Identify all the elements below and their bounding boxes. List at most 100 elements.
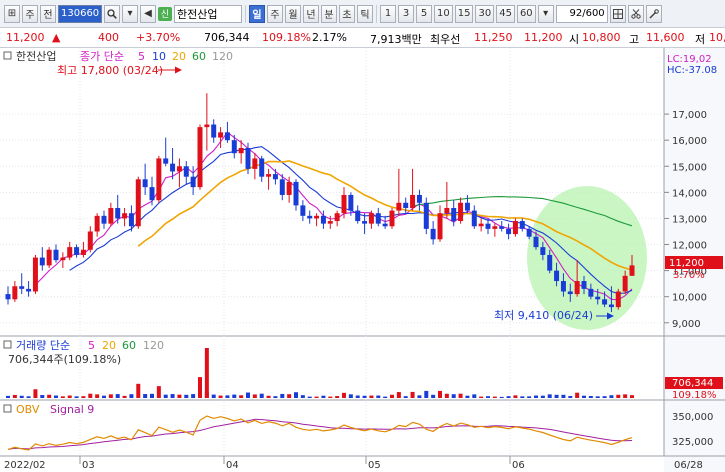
period-second[interactable]: 초	[339, 4, 355, 23]
stock-type-button[interactable]: 주	[22, 4, 38, 23]
candle-body	[464, 202, 470, 211]
quote-bar: 11,200 ▲ 400 +3.70% 706,344 109.18% 2.17…	[0, 28, 725, 48]
volume-bar	[321, 395, 326, 398]
ma-legend-5: 5	[138, 50, 145, 63]
candle-body	[149, 187, 155, 201]
candle-body	[615, 291, 621, 308]
tool-icon[interactable]	[645, 4, 662, 23]
candle-body	[485, 223, 491, 229]
ma-legend-120: 120	[212, 50, 233, 63]
candle-body	[218, 132, 224, 138]
volume-bar	[547, 394, 552, 398]
chevron-down-icon[interactable]: ▾	[122, 4, 138, 23]
candle-body	[53, 249, 59, 261]
candle-body	[423, 202, 429, 229]
candle-body	[382, 223, 388, 227]
ma-legend-20: 20	[172, 50, 186, 63]
candle-body	[94, 215, 100, 232]
grid-icon[interactable]	[609, 4, 626, 23]
interval-60[interactable]: 60	[516, 4, 536, 23]
volume-bar	[40, 395, 45, 398]
best-ask-label: 최우선	[430, 33, 461, 46]
candle-body	[135, 179, 141, 227]
period-minute[interactable]: 분	[321, 4, 337, 23]
candle-body	[156, 158, 162, 201]
last-price-pct: 3.70%	[673, 270, 705, 281]
candle-body	[396, 202, 402, 211]
chart-area[interactable]: 17,000 16,000 15,000 14,000 13,000 12,000 11,0…	[0, 48, 725, 472]
volume-bar	[630, 395, 634, 398]
candle-body	[622, 275, 628, 292]
price-axis-label: 12,000	[672, 241, 707, 252]
candle-body	[5, 294, 11, 300]
candle-body	[334, 213, 340, 222]
volume-bar	[115, 394, 120, 398]
volume-bar	[143, 394, 148, 398]
interval-10[interactable]: 10	[434, 4, 453, 23]
candle-body	[540, 247, 546, 255]
volume-bar	[26, 396, 31, 398]
interval-5[interactable]: 5	[416, 4, 432, 23]
price-axis-label: 13,000	[672, 214, 707, 225]
volume-bar	[348, 394, 353, 398]
candle-body	[444, 208, 450, 214]
period-day[interactable]: 일	[249, 4, 265, 23]
period-week[interactable]: 주	[267, 4, 283, 23]
candle-body	[629, 265, 635, 276]
candle-body	[224, 132, 230, 141]
code-input[interactable]: 130660	[58, 4, 102, 23]
volume-bar	[451, 394, 456, 398]
volume-bar	[444, 393, 449, 398]
stock-name-field[interactable]: 한전산업	[174, 4, 242, 23]
volume-bar	[328, 396, 333, 398]
volume-bar	[108, 394, 113, 398]
candle-body	[87, 231, 93, 250]
candle-body	[204, 124, 210, 128]
search-icon[interactable]	[104, 4, 120, 23]
volume-bar	[246, 392, 250, 398]
candle-body	[60, 257, 66, 261]
panel-title-ma: 종가 단순	[80, 50, 124, 63]
low-price: 10,800	[709, 31, 725, 44]
interval-1[interactable]: 1	[380, 4, 396, 23]
divider	[245, 4, 246, 23]
candle-body	[588, 288, 594, 297]
interval-30[interactable]: 30	[475, 4, 495, 23]
volume-bar	[582, 395, 586, 398]
candle-body	[512, 221, 518, 235]
interval-45[interactable]: 45	[496, 4, 515, 23]
period-year[interactable]: 년	[303, 4, 319, 23]
volume-bar	[239, 395, 244, 398]
data-count-field[interactable]: 92/600	[555, 4, 608, 23]
panel-title-stock: 한전산업	[16, 50, 56, 63]
interval-15[interactable]: 15	[454, 4, 474, 23]
volume-bar	[595, 396, 600, 398]
period-tick[interactable]: 틱	[357, 4, 373, 23]
interval-3[interactable]: 3	[398, 4, 414, 23]
candle-body	[128, 213, 134, 227]
candle-body	[519, 221, 525, 229]
volume-title: 거래량 단순	[16, 339, 70, 352]
chart-menu-icon[interactable]: ⊞	[4, 4, 20, 23]
volume-bar	[424, 390, 429, 398]
volume-bar	[410, 391, 415, 398]
trade-amount: 7,913백만	[370, 33, 422, 46]
volume-bar	[561, 394, 566, 398]
volume-bar	[294, 392, 298, 398]
candle-body	[183, 166, 189, 177]
scissors-icon[interactable]	[627, 4, 644, 23]
volume-bar	[623, 394, 628, 398]
candle-body	[19, 286, 25, 289]
candle-body	[567, 291, 573, 295]
volume-bar	[259, 393, 264, 398]
volume-bar	[383, 396, 388, 398]
sound-icon[interactable]: ◀	[140, 4, 156, 23]
volume-bar	[355, 395, 360, 398]
candle-body	[46, 249, 52, 266]
candle-body	[108, 208, 114, 224]
prev-button[interactable]: 전	[40, 4, 56, 23]
period-month[interactable]: 월	[285, 4, 301, 23]
volume-bar	[506, 396, 511, 398]
interval-dropdown[interactable]: ▾	[537, 4, 554, 23]
candle-body	[252, 158, 258, 169]
